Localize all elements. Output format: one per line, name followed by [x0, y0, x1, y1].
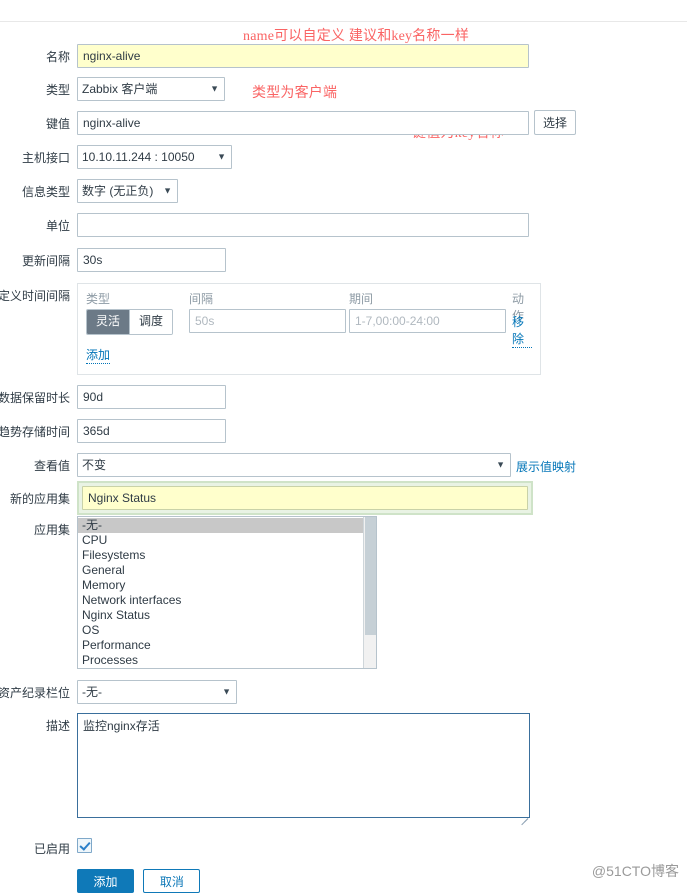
- submit-button[interactable]: 添加: [77, 869, 134, 893]
- type-select[interactable]: Zabbix 客户端: [77, 77, 225, 101]
- label-history-storage: 历史数据保留时长: [0, 391, 70, 405]
- application-option[interactable]: Filesystems: [78, 548, 363, 563]
- value-mapping-select-wrap: 不变 ▼: [77, 453, 511, 477]
- label-units: 单位: [45, 219, 70, 233]
- applications-scrollbar[interactable]: [363, 517, 376, 668]
- label-key: 键值: [45, 117, 70, 131]
- top-divider: [0, 21, 687, 22]
- application-option[interactable]: -无-: [78, 518, 363, 533]
- enabled-checkbox[interactable]: [77, 838, 92, 853]
- show-value-mappings-link[interactable]: 展示值映射: [516, 460, 576, 474]
- interval-type-flexible[interactable]: 灵活: [87, 310, 130, 334]
- trend-storage-input[interactable]: [77, 419, 226, 443]
- header-type: 类型: [86, 292, 111, 306]
- label-trend-storage: 趋势存储时间: [0, 425, 70, 439]
- label-new-application: 新的应用集: [9, 492, 70, 506]
- value-mapping-select[interactable]: 不变: [77, 453, 511, 477]
- info-type-select[interactable]: 数字 (无正负): [77, 179, 178, 203]
- label-custom-intervals: 自定义时间间隔: [0, 289, 70, 303]
- label-update-interval: 更新间隔: [21, 254, 70, 268]
- label-enabled: 已启用: [33, 842, 70, 856]
- key-select-button[interactable]: 选择: [534, 110, 577, 135]
- header-interval: 间隔: [189, 292, 214, 306]
- custom-interval-row: 灵活 调度 移除: [86, 309, 532, 348]
- description-textarea[interactable]: 监控nginx存活: [77, 713, 530, 818]
- new-application-highlight: [77, 481, 533, 515]
- annotation-type-note: 类型为客户端: [252, 86, 338, 101]
- remove-interval-link[interactable]: 移除: [512, 313, 532, 348]
- new-application-input[interactable]: [82, 486, 528, 510]
- inventory-field-select-wrap: -无- ▼: [77, 680, 237, 704]
- host-interface-select-wrap: 10.10.11.244 : 10050 ▼: [77, 145, 232, 169]
- application-option[interactable]: Processes: [78, 653, 363, 668]
- units-input[interactable]: [77, 213, 529, 237]
- annotation-name-note: name可以自定义 建议和key名称一样: [243, 29, 470, 44]
- history-storage-input[interactable]: [77, 385, 226, 409]
- applications-option-list: -无- CPU Filesystems General Memory Network in…: [78, 517, 363, 668]
- interval-type-toggle[interactable]: 灵活 调度: [86, 309, 174, 335]
- application-option[interactable]: General: [78, 563, 363, 578]
- scrollbar-thumb[interactable]: [365, 517, 376, 635]
- inventory-field-select[interactable]: -无-: [77, 680, 237, 704]
- watermark: @51CTO博客: [591, 863, 679, 879]
- key-input[interactable]: [77, 111, 529, 135]
- type-select-wrap: Zabbix 客户端 ▼: [77, 77, 225, 101]
- application-option[interactable]: Memory: [78, 578, 363, 593]
- label-inventory-field: 资产纪录栏位: [0, 686, 70, 700]
- info-type-select-wrap: 数字 (无正负) ▼: [77, 179, 178, 203]
- applications-listbox[interactable]: -无- CPU Filesystems General Memory Network in…: [77, 516, 377, 669]
- interval-value-input[interactable]: [189, 309, 346, 333]
- custom-intervals-panel: 类型 间隔 期间 动作 灵活 调度 移除 添加: [77, 283, 541, 375]
- update-interval-input[interactable]: [77, 248, 226, 272]
- label-value-mapping: 查看值: [33, 459, 70, 473]
- label-host-interface: 主机接口: [21, 151, 70, 165]
- host-interface-select[interactable]: 10.10.11.244 : 10050: [77, 145, 232, 169]
- name-input[interactable]: [77, 44, 529, 68]
- application-option[interactable]: Nginx Status: [78, 608, 363, 623]
- add-interval-link[interactable]: 添加: [86, 346, 111, 364]
- application-option[interactable]: Network interfaces: [78, 593, 363, 608]
- period-value-input[interactable]: [349, 309, 506, 333]
- application-option[interactable]: Performance: [78, 638, 363, 653]
- custom-intervals-header: 类型 间隔 期间 动作: [86, 290, 532, 323]
- label-description: 描述: [45, 719, 70, 733]
- label-info-type: 信息类型: [21, 185, 70, 199]
- application-option[interactable]: OS: [78, 623, 363, 638]
- header-period: 期间: [349, 292, 374, 306]
- application-option[interactable]: CPU: [78, 533, 363, 548]
- description-wrap: 监控nginx存活: [77, 713, 530, 826]
- interval-type-scheduling[interactable]: 调度: [129, 310, 173, 334]
- label-applications: 应用集: [33, 523, 70, 537]
- label-name: 名称: [45, 50, 70, 64]
- label-type: 类型: [45, 83, 70, 97]
- cancel-button[interactable]: 取消: [143, 869, 201, 893]
